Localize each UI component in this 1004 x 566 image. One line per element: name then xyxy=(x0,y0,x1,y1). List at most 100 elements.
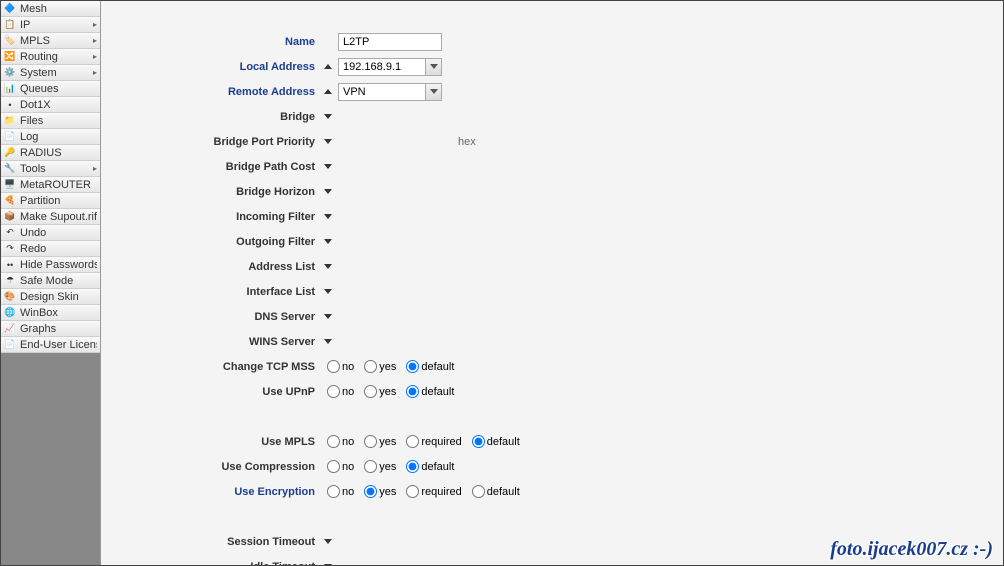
label-remote-address[interactable]: Remote Address xyxy=(101,86,321,98)
expand-icon[interactable] xyxy=(324,114,332,119)
sidebar-item-redo[interactable]: ↷Redo xyxy=(1,241,100,257)
input-remote-address[interactable] xyxy=(339,84,425,100)
sidebar-item-label: Dot1X xyxy=(20,99,97,111)
radio-group-use-upnp: noyes default xyxy=(327,385,454,398)
sidebar-item-design-skin[interactable]: 🎨Design Skin xyxy=(1,289,100,305)
expand-icon[interactable] xyxy=(324,314,332,319)
sidebar-item-label: End-User License xyxy=(20,339,97,351)
radio-change-tcp-mss-default[interactable]: default xyxy=(406,360,454,373)
menu-icon: 📄 xyxy=(4,131,16,143)
sidebar-item-routing[interactable]: 🔀Routing▸ xyxy=(1,49,100,65)
expand-icon[interactable] xyxy=(324,539,332,544)
label-interface-list: Interface List xyxy=(101,286,321,298)
sidebar-item-log[interactable]: 📄Log xyxy=(1,129,100,145)
sidebar-item-dot1x[interactable]: • Dot1X xyxy=(1,97,100,113)
radio-change-tcp-mss-yes[interactable]: yes xyxy=(364,360,396,373)
sidebar-item-label: MPLS xyxy=(20,35,93,47)
label-use-encryption[interactable]: Use Encryption xyxy=(101,486,321,498)
sidebar-item-metarouter[interactable]: 🖥️MetaROUTER xyxy=(1,177,100,193)
input-name[interactable] xyxy=(338,33,442,51)
radio-group-use-compression: noyes default xyxy=(327,460,454,473)
sidebar-item-label: RADIUS xyxy=(20,147,97,159)
label-bridge-path-cost: Bridge Path Cost xyxy=(101,161,321,173)
collapse-icon[interactable] xyxy=(324,89,332,94)
menu-icon: 📦 xyxy=(4,211,16,223)
radio-use-mpls-default[interactable]: default xyxy=(472,435,520,448)
sidebar-item-hide-passwords[interactable]: ••Hide Passwords xyxy=(1,257,100,273)
sidebar-item-queues[interactable]: 📊Queues xyxy=(1,81,100,97)
dropdown-button[interactable] xyxy=(425,84,441,100)
radio-use-mpls-yes[interactable]: yes xyxy=(364,435,396,448)
sidebar-item-system[interactable]: ⚙️System▸ xyxy=(1,65,100,81)
menu-icon: 🔀 xyxy=(4,51,16,63)
label-local-address[interactable]: Local Address xyxy=(101,61,321,73)
sidebar-item-label: Routing xyxy=(20,51,93,63)
sidebar-item-mpls[interactable]: 🏷️MPLS▸ xyxy=(1,33,100,49)
sidebar-item-label: IP xyxy=(20,19,93,31)
expand-icon[interactable] xyxy=(324,139,332,144)
sidebar-item-tools[interactable]: 🔧Tools▸ xyxy=(1,161,100,177)
radio-use-encryption-no[interactable]: no xyxy=(327,485,354,498)
radio-use-encryption-required[interactable]: required xyxy=(406,485,461,498)
sidebar-item-partition[interactable]: 🍕Partition xyxy=(1,193,100,209)
expand-icon[interactable] xyxy=(324,164,332,169)
menu-icon: 📄 xyxy=(4,339,16,351)
sidebar-item-files[interactable]: 📁Files xyxy=(1,113,100,129)
label-bridge-port-priority: Bridge Port Priority xyxy=(101,136,321,148)
radio-use-mpls-no[interactable]: no xyxy=(327,435,354,448)
sidebar-item-safe-mode[interactable]: ☂Safe Mode xyxy=(1,273,100,289)
expand-icon[interactable] xyxy=(324,339,332,344)
expand-icon[interactable] xyxy=(324,189,332,194)
chevron-right-icon: ▸ xyxy=(93,164,97,173)
expand-icon[interactable] xyxy=(324,214,332,219)
sidebar-item-make-supout-rif[interactable]: 📦Make Supout.rif xyxy=(1,209,100,225)
label-use-mpls: Use MPLS xyxy=(101,436,321,448)
label-name[interactable]: Name xyxy=(101,36,321,48)
label-incoming-filter: Incoming Filter xyxy=(101,211,321,223)
menu-icon: 🏷️ xyxy=(4,35,16,47)
sidebar-item-mesh[interactable]: 🔷Mesh xyxy=(1,1,100,17)
sidebar-item-label: Design Skin xyxy=(20,291,97,303)
dropdown-button[interactable] xyxy=(425,59,441,75)
expand-icon[interactable] xyxy=(324,239,332,244)
select-remote-address[interactable] xyxy=(338,83,442,101)
sidebar-item-winbox[interactable]: 🌐WinBox xyxy=(1,305,100,321)
label-address-list: Address List xyxy=(101,261,321,273)
select-local-address[interactable] xyxy=(338,58,442,76)
input-local-address[interactable] xyxy=(339,59,425,75)
sidebar-item-radius[interactable]: 🔑 RADIUS xyxy=(1,145,100,161)
radio-use-compression-default[interactable]: default xyxy=(406,460,454,473)
label-outgoing-filter: Outgoing Filter xyxy=(101,236,321,248)
sidebar-item-label: WinBox xyxy=(20,307,97,319)
radio-use-upnp-yes[interactable]: yes xyxy=(364,385,396,398)
radio-use-upnp-no[interactable]: no xyxy=(327,385,354,398)
menu-icon: • xyxy=(4,99,16,111)
radio-use-upnp-default[interactable]: default xyxy=(406,385,454,398)
radio-use-mpls-required[interactable]: required xyxy=(406,435,461,448)
radio-change-tcp-mss-no[interactable]: no xyxy=(327,360,354,373)
label-bridge-horizon: Bridge Horizon xyxy=(101,186,321,198)
sidebar-item-end-user-license[interactable]: 📄 End-User License xyxy=(1,337,100,353)
menu-icon: 📁 xyxy=(4,115,16,127)
sidebar-item-label: System xyxy=(20,67,93,79)
menu-icon: 🔧 xyxy=(4,163,16,175)
expand-icon[interactable] xyxy=(324,564,332,565)
sidebar-item-label: Queues xyxy=(20,83,97,95)
radio-group-use-mpls: noyes required default xyxy=(327,435,520,448)
collapse-icon[interactable] xyxy=(324,64,332,69)
sidebar-item-graphs[interactable]: 📈Graphs xyxy=(1,321,100,337)
sidebar-item-undo[interactable]: ↶Undo xyxy=(1,225,100,241)
label-session-timeout: Session Timeout xyxy=(101,536,321,548)
radio-use-encryption-yes[interactable]: yes xyxy=(364,485,396,498)
radio-use-compression-yes[interactable]: yes xyxy=(364,460,396,473)
expand-icon[interactable] xyxy=(324,264,332,269)
sidebar-item-label: Mesh xyxy=(20,3,97,15)
radio-use-compression-no[interactable]: no xyxy=(327,460,354,473)
menu-icon: ☂ xyxy=(4,275,16,287)
menu-icon: ⚙️ xyxy=(4,67,16,79)
expand-icon[interactable] xyxy=(324,289,332,294)
radio-use-encryption-default[interactable]: default xyxy=(472,485,520,498)
menu-icon: 🔑 xyxy=(4,147,16,159)
sidebar-item-ip[interactable]: 📋IP▸ xyxy=(1,17,100,33)
sidebar-item-label: Hide Passwords xyxy=(20,259,97,271)
